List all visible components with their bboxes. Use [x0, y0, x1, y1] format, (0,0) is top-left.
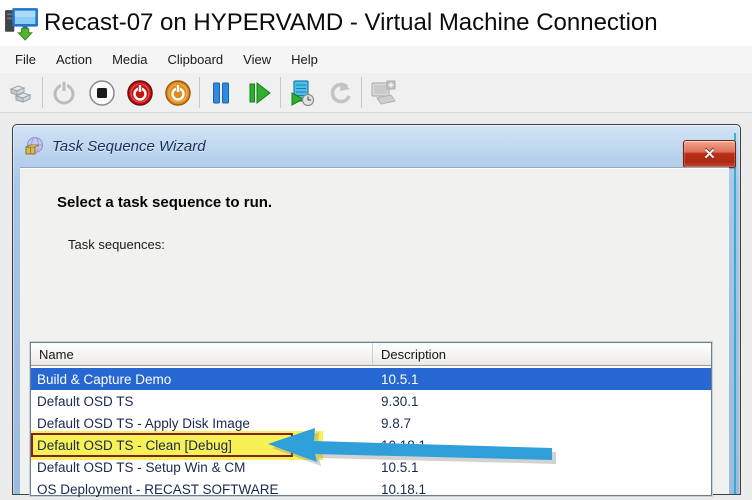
start-button	[45, 75, 83, 111]
resume-button[interactable]	[240, 75, 278, 111]
menu-help[interactable]: Help	[281, 48, 328, 71]
task-sequence-name: OS Deployment - RECAST SOFTWARE	[31, 482, 373, 497]
close-icon: ✕	[703, 147, 716, 162]
task-sequence-wizard-dialog: Task Sequence Wizard ✕ Select a task seq…	[12, 124, 741, 495]
stop-square-icon	[88, 79, 116, 107]
dialog-heading: Select a task sequence to run.	[57, 194, 272, 211]
task-sequence-name: Build & Capture Demo	[31, 372, 373, 387]
menu-media[interactable]: Media	[102, 48, 157, 71]
table-row[interactable]: OS Deployment - RECAST SOFTWARE 10.18.1	[31, 478, 711, 500]
close-button[interactable]: ✕	[683, 140, 736, 168]
power-orange-icon	[164, 79, 192, 107]
task-sequence-name: Default OSD TS - Setup Win & CM	[31, 460, 373, 475]
menu-file[interactable]: File	[5, 48, 46, 71]
task-sequence-version: 10.5.1	[373, 460, 711, 475]
revert-arrow-icon	[326, 79, 354, 107]
task-sequence-name: Default OSD TS - Apply Disk Image	[31, 416, 373, 431]
table-row[interactable]: Default OSD TS - Clean [Debug] 10.18.1	[31, 434, 711, 456]
hyperv-vm-icon	[3, 5, 40, 42]
task-sequence-name: Default OSD TS	[31, 394, 373, 409]
turn-off-button[interactable]	[83, 75, 121, 111]
task-sequence-version: 10.5.1	[373, 372, 711, 387]
checkpoint-icon	[288, 79, 316, 107]
menu-action[interactable]: Action	[46, 48, 102, 71]
toolbar-separator	[42, 77, 43, 108]
vm-toolbar	[0, 73, 752, 113]
menu-bar: File Action Media Clipboard View Help	[0, 46, 752, 73]
revert-button	[321, 75, 359, 111]
toolbar-separator	[280, 77, 281, 108]
step-play-icon	[245, 79, 273, 107]
column-header-name[interactable]: Name	[31, 343, 373, 365]
task-sequence-list: Name Description Build & Capture Demo 10…	[30, 342, 712, 496]
glass-accent-line	[734, 133, 736, 494]
power-red-icon	[126, 79, 154, 107]
dialog-content: Select a task sequence to run. Task sequ…	[20, 167, 729, 494]
shut-down-button[interactable]	[121, 75, 159, 111]
dialog-titlebar: Task Sequence Wizard	[13, 125, 740, 167]
pause-icon	[207, 79, 235, 107]
task-sequences-label: Task sequences:	[68, 237, 165, 252]
window-titlebar: Recast-07 on HYPERVAMD - Virtual Machine…	[0, 0, 752, 46]
toolbar-separator	[199, 77, 200, 108]
enhanced-session-button	[364, 75, 402, 111]
task-sequence-version: 9.30.1	[373, 394, 711, 409]
ctrl-alt-del-keys-icon	[7, 79, 35, 107]
column-header-description[interactable]: Description	[373, 343, 711, 365]
pause-button[interactable]	[202, 75, 240, 111]
task-sequence-version: 10.18.1	[373, 482, 711, 497]
list-header: Name Description	[31, 343, 711, 366]
ctrl-alt-del-button[interactable]	[2, 75, 40, 111]
toolbar-separator	[361, 77, 362, 108]
task-sequence-name: Default OSD TS - Clean [Debug]	[31, 438, 373, 453]
task-sequence-version: 9.8.7	[373, 416, 711, 431]
dialog-title: Task Sequence Wizard	[52, 138, 206, 155]
enhanced-session-icon	[369, 79, 397, 107]
menu-clipboard[interactable]: Clipboard	[158, 48, 234, 71]
table-row[interactable]: Build & Capture Demo 10.5.1	[31, 368, 711, 390]
table-row[interactable]: Default OSD TS - Setup Win & CM 10.5.1	[31, 456, 711, 478]
task-sequence-wizard-icon	[24, 136, 45, 157]
table-row[interactable]: Default OSD TS 9.30.1	[31, 390, 711, 412]
checkpoint-button[interactable]	[283, 75, 321, 111]
save-button[interactable]	[159, 75, 197, 111]
menu-view[interactable]: View	[233, 48, 281, 71]
task-sequence-version: 10.18.1	[373, 438, 711, 453]
list-body: Build & Capture Demo 10.5.1 Default OSD …	[31, 368, 711, 500]
power-grey-icon	[50, 79, 78, 107]
window-title: Recast-07 on HYPERVAMD - Virtual Machine…	[44, 9, 658, 37]
